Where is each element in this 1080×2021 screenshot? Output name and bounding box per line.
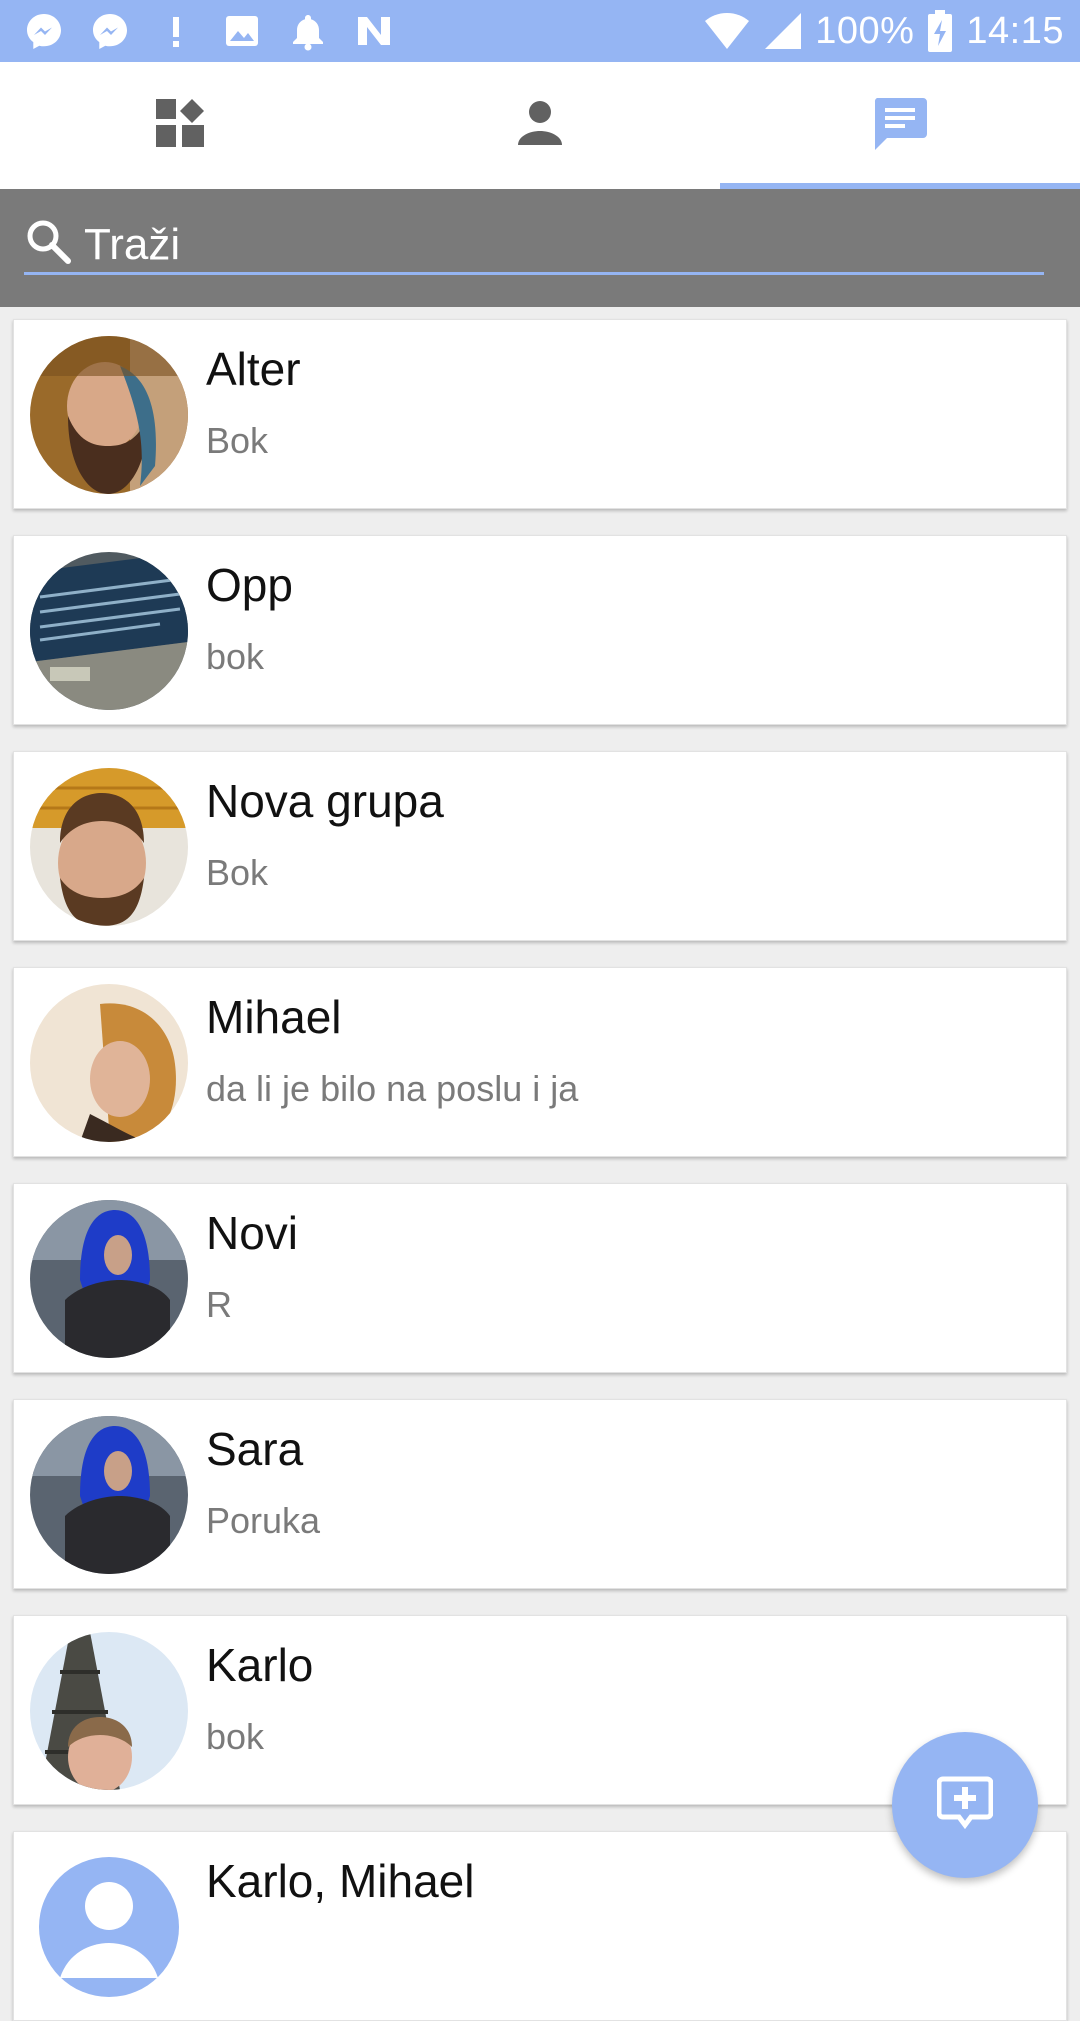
chat-name: Opp [206,559,293,611]
chat-preview: da li je bilo na poslu i ja [206,1068,579,1109]
avatar [30,552,188,710]
new-chat-button[interactable] [892,1732,1038,1878]
bell-icon [288,11,328,51]
signal-icon [763,11,803,51]
chat-item-nova-grupa[interactable]: Nova grupa Bok [13,751,1067,941]
avatar [30,1200,188,1358]
avatar [30,336,188,494]
notification-icons [24,11,420,51]
chat-item-alter[interactable]: Alter Bok [13,319,1067,509]
add-chat-icon [936,1775,994,1836]
wifi-icon [703,11,751,51]
avatar [30,768,188,926]
tab-dashboard[interactable] [0,62,360,189]
chat-name: Sara [206,1423,304,1475]
messenger-icon [24,11,64,51]
chat-name: Karlo [206,1639,314,1691]
avatar [30,984,188,1142]
search-input[interactable] [84,219,984,270]
chat-preview: Poruka [206,1500,321,1541]
status-bar: 100% 14:15 [0,0,1080,62]
chat-preview: R [206,1284,232,1325]
chat-item-novi[interactable]: Novi R [13,1183,1067,1373]
chat-item-karlo-mihael[interactable]: Karlo, Mihael [13,1831,1067,2021]
chat-icon [871,94,929,157]
chat-name: Nova grupa [206,775,444,827]
tab-bar [0,62,1080,189]
clock: 14:15 [966,9,1064,52]
avatar [30,1632,188,1790]
chat-preview: Bok [206,852,269,893]
chat-preview: Bok [206,420,269,461]
battery-percent: 100% [815,9,915,52]
dashboard-icon [153,96,207,155]
system-status: 100% 14:15 [691,10,1064,53]
chat-item-sara[interactable]: Sara Poruka [13,1399,1067,1589]
n-logo-icon [354,11,394,51]
chat-item-opp[interactable]: Opp bok [13,535,1067,725]
tab-profile[interactable] [360,62,720,189]
chat-preview: bok [206,636,265,677]
search-bar [0,189,1080,307]
image-icon [222,11,262,51]
chat-name: Mihael [206,991,342,1043]
search-icon [24,217,74,272]
chat-preview: bok [206,1716,265,1757]
default-person-icon [30,1848,188,2006]
chat-item-mihael[interactable]: Mihael da li je bilo na poslu i ja [13,967,1067,1157]
avatar [30,1416,188,1574]
messenger-icon [90,11,130,51]
person-icon [515,98,565,153]
tab-chats[interactable] [720,62,1080,189]
battery-charging-icon [926,10,954,52]
chat-name: Karlo, Mihael [206,1855,475,1907]
alert-icon [156,11,196,51]
search-field [24,217,1044,275]
chat-name: Novi [206,1207,299,1259]
chat-name: Alter [206,343,301,395]
